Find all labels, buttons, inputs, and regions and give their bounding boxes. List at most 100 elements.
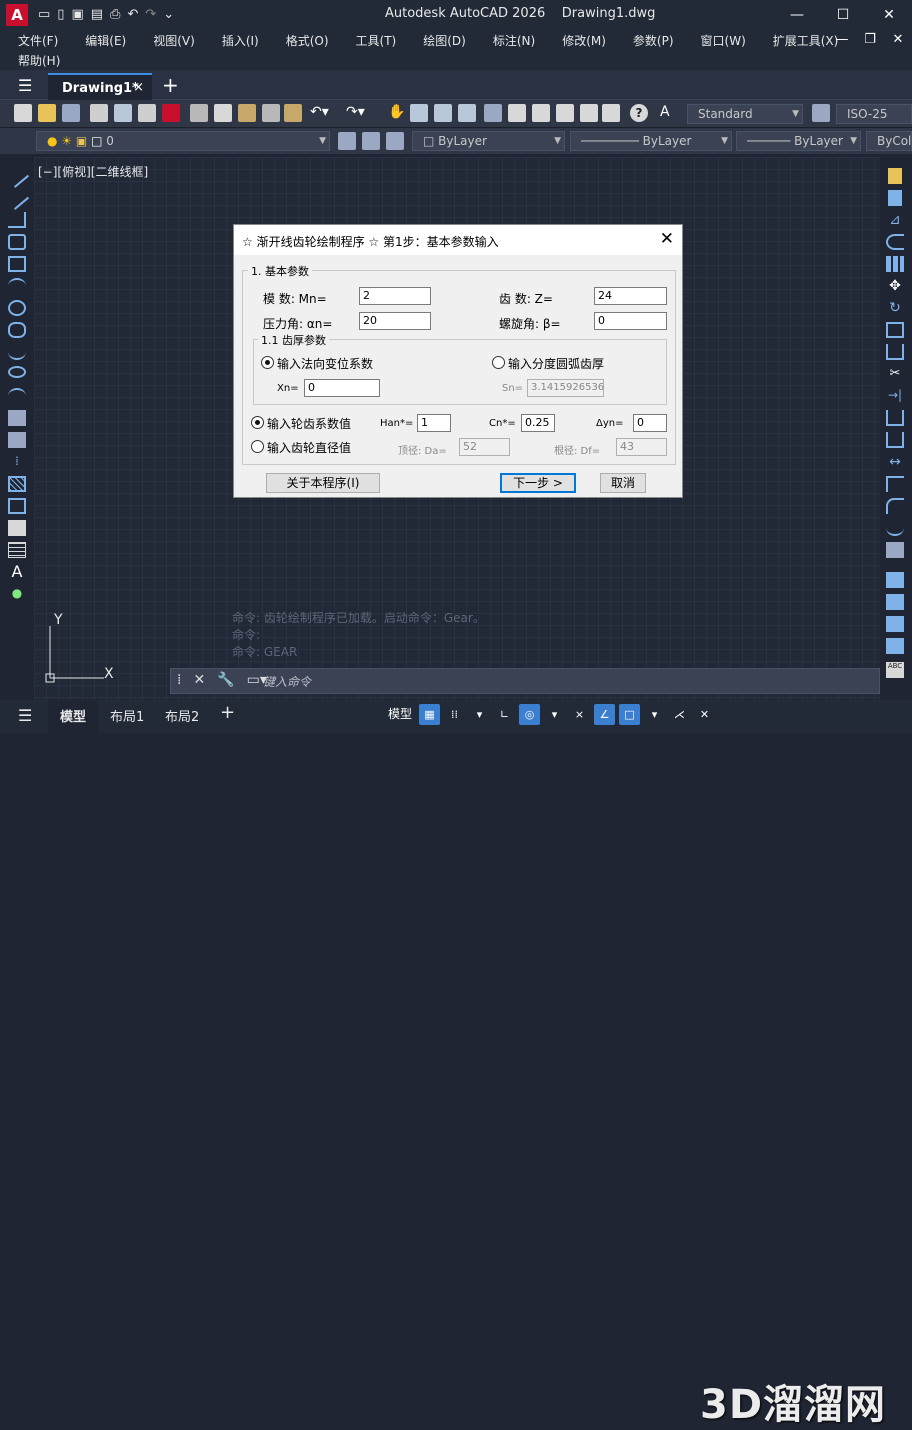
- zoom-window-icon[interactable]: [434, 104, 452, 122]
- arc-icon[interactable]: [8, 278, 26, 294]
- polygon-icon[interactable]: [8, 234, 26, 250]
- explode-icon[interactable]: [886, 542, 904, 558]
- radio-arc-thickness[interactable]: [492, 356, 505, 369]
- layout-menu-icon[interactable]: ☰: [18, 706, 32, 725]
- layer-properties-icon[interactable]: [338, 132, 356, 150]
- multiline-text-icon[interactable]: A: [8, 562, 26, 581]
- xn-input[interactable]: 0: [304, 379, 380, 397]
- viewport-controls[interactable]: [−][俯视][二维线框]: [38, 163, 148, 180]
- table-icon[interactable]: [8, 520, 26, 536]
- command-input[interactable]: 键入命令: [263, 673, 311, 690]
- join-icon[interactable]: ↔: [886, 454, 904, 470]
- rotate-icon[interactable]: ↻: [886, 300, 904, 316]
- tab-layout1[interactable]: 布局1: [110, 706, 144, 725]
- zoom-previous-icon[interactable]: [458, 104, 476, 122]
- markup-icon[interactable]: [580, 104, 598, 122]
- polar-dropdown-icon[interactable]: ▾: [544, 704, 565, 725]
- object-snap-icon[interactable]: □: [619, 704, 640, 725]
- extend-icon[interactable]: →|: [886, 388, 904, 404]
- customize-qat-icon[interactable]: ⌄: [163, 7, 174, 22]
- stretch-icon[interactable]: [886, 344, 904, 360]
- menu-item[interactable]: 绘图(D): [405, 32, 475, 50]
- line-icon[interactable]: [4, 164, 30, 188]
- doc-restore-icon[interactable]: ❐: [856, 32, 884, 47]
- open-icon[interactable]: ▯: [57, 7, 64, 22]
- pressure-angle-input[interactable]: 20: [359, 312, 431, 330]
- menu-icon[interactable]: ☰: [18, 76, 32, 95]
- autocad-logo[interactable]: A: [6, 4, 28, 26]
- copy-icon[interactable]: [214, 104, 232, 122]
- grid-icon[interactable]: ▦: [419, 704, 440, 725]
- make-current-icon[interactable]: [362, 132, 380, 150]
- text-front-icon[interactable]: ABC: [886, 662, 904, 678]
- radio-gear-diameters[interactable]: [251, 440, 264, 453]
- minimize-icon[interactable]: —: [774, 0, 820, 30]
- snap-dropdown-icon[interactable]: ▾: [469, 704, 490, 725]
- paste-icon[interactable]: [238, 104, 256, 122]
- object-snap-dropdown-icon[interactable]: ▾: [644, 704, 665, 725]
- tab-drawing1[interactable]: Drawing1* ×: [48, 73, 152, 100]
- radio-normal-shift-coefficient[interactable]: [261, 356, 274, 369]
- linetype-dropdown[interactable]: ──────── ByLayer ▼: [570, 131, 732, 151]
- draworder-back-icon[interactable]: [886, 594, 904, 610]
- menu-item[interactable]: 窗口(W): [683, 32, 755, 50]
- spline-icon[interactable]: [8, 344, 26, 360]
- han-input[interactable]: 1: [417, 414, 451, 432]
- match-properties-icon[interactable]: [262, 104, 280, 122]
- next-button[interactable]: 下一步 >: [500, 473, 576, 493]
- model-space-button[interactable]: 模型: [385, 704, 415, 725]
- dwf-icon[interactable]: [162, 104, 180, 122]
- print-icon[interactable]: ⎙: [110, 7, 120, 22]
- object-snap-tracking-icon[interactable]: ∠: [594, 704, 615, 725]
- close-icon[interactable]: ✕: [866, 0, 912, 30]
- save-icon[interactable]: [62, 104, 80, 122]
- layer-previous-icon[interactable]: [386, 132, 404, 150]
- polar-icon[interactable]: ◎: [519, 704, 540, 725]
- dim-style-dropdown[interactable]: ISO-25: [836, 104, 912, 124]
- tool-palettes-icon[interactable]: [532, 104, 550, 122]
- offset-icon[interactable]: [886, 234, 904, 250]
- rectangle-icon[interactable]: [8, 256, 26, 272]
- open-icon[interactable]: [38, 104, 56, 122]
- move-icon[interactable]: ✥: [886, 278, 904, 294]
- ortho-icon[interactable]: ∟: [494, 704, 515, 725]
- undo-icon[interactable]: ↶: [127, 7, 138, 22]
- polyline-icon[interactable]: [8, 212, 26, 228]
- plot-icon[interactable]: [90, 104, 108, 122]
- tab-layout2[interactable]: 布局2: [165, 706, 199, 725]
- dialog-close-icon[interactable]: ✕: [660, 229, 674, 249]
- zoom-realtime-icon[interactable]: [410, 104, 428, 122]
- menu-item[interactable]: 文件(F): [0, 32, 67, 50]
- circle-icon[interactable]: [8, 300, 26, 316]
- save-as-icon[interactable]: ▤: [91, 7, 103, 22]
- point-icon[interactable]: ⁞: [8, 454, 26, 470]
- save-icon[interactable]: ▣: [71, 7, 83, 22]
- redo-icon[interactable]: ↷▾: [346, 104, 365, 122]
- make-block-icon[interactable]: [8, 432, 26, 448]
- menu-item[interactable]: 插入(I): [204, 32, 268, 50]
- insert-block-icon[interactable]: [8, 410, 26, 426]
- chamfer-icon[interactable]: [886, 476, 904, 492]
- array-icon[interactable]: [886, 256, 904, 272]
- radio-tooth-coefficients[interactable]: [251, 416, 264, 429]
- draworder-under-icon[interactable]: [886, 638, 904, 654]
- pan-icon[interactable]: ✋: [388, 104, 406, 122]
- menu-item[interactable]: 参数(P): [615, 32, 683, 50]
- new-icon[interactable]: ▭: [38, 7, 50, 22]
- tab-close-icon[interactable]: ×: [133, 80, 144, 95]
- design-center-icon[interactable]: [508, 104, 526, 122]
- workspace-icon[interactable]: ✕: [694, 704, 715, 725]
- ellipse-icon[interactable]: [8, 366, 26, 378]
- add-layout-icon[interactable]: +: [220, 702, 235, 723]
- redo-icon[interactable]: ↷: [145, 7, 156, 22]
- menu-item-help[interactable]: 帮助(H): [18, 52, 60, 69]
- about-button[interactable]: 关于本程序(I): [266, 473, 380, 493]
- mirror-icon[interactable]: ⊿: [886, 212, 904, 228]
- new-tab-button[interactable]: +: [162, 73, 179, 97]
- scale-icon[interactable]: [886, 322, 904, 338]
- add-selected-icon[interactable]: ●: [8, 586, 26, 602]
- fillet-icon[interactable]: [886, 498, 904, 514]
- cancel-button[interactable]: 取消: [600, 473, 646, 493]
- erase-icon[interactable]: [888, 168, 902, 184]
- grid-table-icon[interactable]: [8, 542, 26, 558]
